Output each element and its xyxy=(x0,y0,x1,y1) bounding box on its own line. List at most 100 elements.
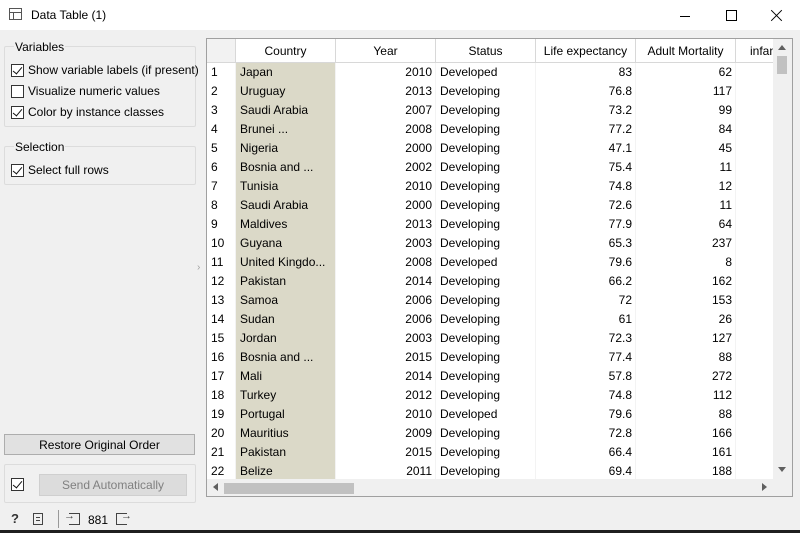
select-full-rows-checkbox[interactable]: Select full rows xyxy=(11,163,109,177)
scroll-right-icon[interactable] xyxy=(762,483,767,491)
cell-infant-deaths[interactable] xyxy=(736,234,776,253)
row-number[interactable]: 12 xyxy=(207,272,236,291)
row-number[interactable]: 14 xyxy=(207,310,236,329)
row-number[interactable]: 19 xyxy=(207,405,236,424)
row-number[interactable]: 11 xyxy=(207,253,236,272)
cell-status[interactable]: Developing xyxy=(436,443,536,462)
cell-status[interactable]: Developed xyxy=(436,63,536,82)
scroll-up-icon[interactable] xyxy=(778,45,786,50)
cell-country[interactable]: Uruguay xyxy=(236,82,336,101)
cell-country[interactable]: Portugal xyxy=(236,405,336,424)
cell-status[interactable]: Developed xyxy=(436,253,536,272)
cell-life-expectancy[interactable]: 77.4 xyxy=(536,348,636,367)
cell-year[interactable]: 2003 xyxy=(336,329,436,348)
cell-status[interactable]: Developing xyxy=(436,196,536,215)
cell-infant-deaths[interactable] xyxy=(736,367,776,386)
cell-year[interactable]: 2013 xyxy=(336,215,436,234)
cell-country[interactable]: Nigeria xyxy=(236,139,336,158)
cell-life-expectancy[interactable]: 73.2 xyxy=(536,101,636,120)
cell-adult-mortality[interactable]: 11 xyxy=(636,196,736,215)
cell-status[interactable]: Developing xyxy=(436,310,536,329)
cell-adult-mortality[interactable]: 112 xyxy=(636,386,736,405)
show-variable-labels-checkbox[interactable]: Show variable labels (if present) xyxy=(11,63,199,77)
cell-life-expectancy[interactable]: 76.8 xyxy=(536,82,636,101)
cell-adult-mortality[interactable]: 84 xyxy=(636,120,736,139)
cell-adult-mortality[interactable]: 99 xyxy=(636,101,736,120)
row-number[interactable]: 4 xyxy=(207,120,236,139)
cell-life-expectancy[interactable]: 72.3 xyxy=(536,329,636,348)
cell-country[interactable]: Jordan xyxy=(236,329,336,348)
cell-adult-mortality[interactable]: 153 xyxy=(636,291,736,310)
cell-country[interactable]: Pakistan xyxy=(236,272,336,291)
column-header-status[interactable]: Status xyxy=(436,39,536,63)
cell-year[interactable]: 2006 xyxy=(336,310,436,329)
visualize-numeric-values-checkbox[interactable]: Visualize numeric values xyxy=(11,84,160,98)
cell-infant-deaths[interactable] xyxy=(736,272,776,291)
row-number[interactable]: 6 xyxy=(207,158,236,177)
cell-status[interactable]: Developing xyxy=(436,215,536,234)
cell-country[interactable]: Saudi Arabia xyxy=(236,101,336,120)
cell-life-expectancy[interactable]: 79.6 xyxy=(536,253,636,272)
cell-year[interactable]: 2010 xyxy=(336,405,436,424)
column-header-infant-deaths[interactable]: infan xyxy=(736,39,776,63)
cell-life-expectancy[interactable]: 47.1 xyxy=(536,139,636,158)
vertical-scrollbar[interactable] xyxy=(773,39,792,479)
cell-adult-mortality[interactable]: 26 xyxy=(636,310,736,329)
cell-country[interactable]: Turkey xyxy=(236,386,336,405)
checkbox-box[interactable] xyxy=(11,163,24,177)
cell-adult-mortality[interactable]: 64 xyxy=(636,215,736,234)
cell-adult-mortality[interactable]: 272 xyxy=(636,367,736,386)
cell-country[interactable]: Pakistan xyxy=(236,443,336,462)
cell-country[interactable]: United Kingdo... xyxy=(236,253,336,272)
cell-life-expectancy[interactable]: 66.4 xyxy=(536,443,636,462)
column-header-country[interactable]: Country xyxy=(236,39,336,63)
cell-year[interactable]: 2015 xyxy=(336,443,436,462)
cell-adult-mortality[interactable]: 161 xyxy=(636,443,736,462)
row-number[interactable]: 2 xyxy=(207,82,236,101)
send-automatically-checkbox[interactable] xyxy=(11,478,24,491)
cell-life-expectancy[interactable]: 79.6 xyxy=(536,405,636,424)
column-header-year[interactable]: Year xyxy=(336,39,436,63)
cell-adult-mortality[interactable]: 12 xyxy=(636,177,736,196)
scroll-left-icon[interactable] xyxy=(213,483,218,491)
cell-infant-deaths[interactable] xyxy=(736,196,776,215)
cell-adult-mortality[interactable]: 11 xyxy=(636,158,736,177)
data-table[interactable]: Country Year Status Life expectancy Adul… xyxy=(206,38,793,497)
row-number[interactable]: 1 xyxy=(207,63,236,82)
cell-infant-deaths[interactable] xyxy=(736,82,776,101)
cell-life-expectancy[interactable]: 57.8 xyxy=(536,367,636,386)
cell-life-expectancy[interactable]: 74.8 xyxy=(536,386,636,405)
cell-year[interactable]: 2003 xyxy=(336,234,436,253)
cell-infant-deaths[interactable] xyxy=(736,348,776,367)
cell-life-expectancy[interactable]: 83 xyxy=(536,63,636,82)
vertical-scroll-thumb[interactable] xyxy=(777,56,787,74)
cell-infant-deaths[interactable] xyxy=(736,291,776,310)
cell-country[interactable]: Brunei ... xyxy=(236,120,336,139)
cell-country[interactable]: Guyana xyxy=(236,234,336,253)
maximize-button[interactable] xyxy=(708,0,754,30)
cell-status[interactable]: Developing xyxy=(436,82,536,101)
row-number[interactable]: 3 xyxy=(207,101,236,120)
restore-original-order-button[interactable]: Restore Original Order xyxy=(4,434,195,455)
row-number[interactable]: 13 xyxy=(207,291,236,310)
cell-status[interactable]: Developed xyxy=(436,405,536,424)
cell-infant-deaths[interactable] xyxy=(736,101,776,120)
cell-year[interactable]: 2006 xyxy=(336,291,436,310)
cell-infant-deaths[interactable] xyxy=(736,310,776,329)
cell-life-expectancy[interactable]: 77.9 xyxy=(536,215,636,234)
cell-status[interactable]: Developing xyxy=(436,272,536,291)
cell-infant-deaths[interactable] xyxy=(736,63,776,82)
row-number[interactable]: 18 xyxy=(207,386,236,405)
cell-country[interactable]: Mauritius xyxy=(236,424,336,443)
cell-life-expectancy[interactable]: 65.3 xyxy=(536,234,636,253)
close-button[interactable] xyxy=(754,0,800,30)
cell-adult-mortality[interactable]: 88 xyxy=(636,348,736,367)
cell-status[interactable]: Developing xyxy=(436,234,536,253)
horizontal-scrollbar[interactable] xyxy=(207,479,792,496)
cell-year[interactable]: 2014 xyxy=(336,272,436,291)
cell-year[interactable]: 2013 xyxy=(336,82,436,101)
checkbox-box[interactable] xyxy=(11,105,24,119)
cell-year[interactable]: 2008 xyxy=(336,120,436,139)
row-number[interactable]: 10 xyxy=(207,234,236,253)
cell-adult-mortality[interactable]: 8 xyxy=(636,253,736,272)
